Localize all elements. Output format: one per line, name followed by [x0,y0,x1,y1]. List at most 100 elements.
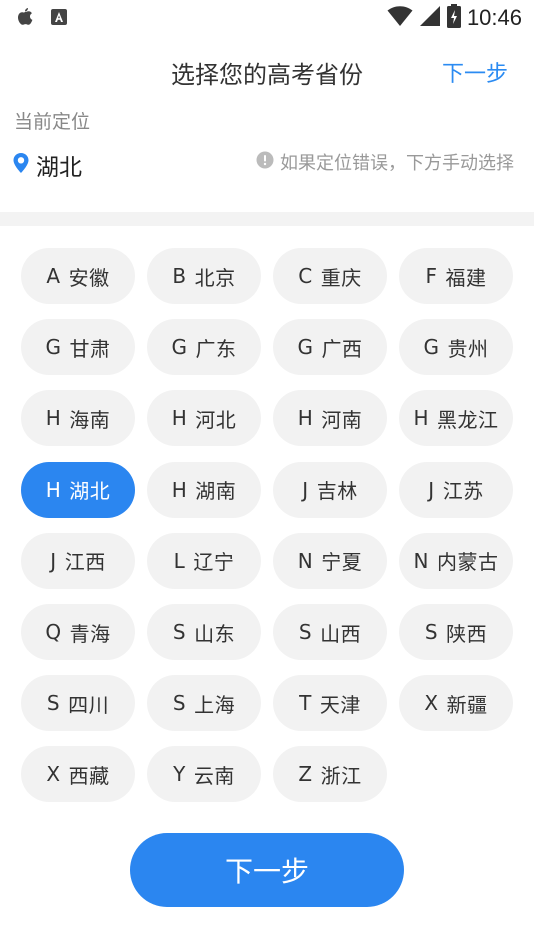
province-chip-19[interactable]: N 内蒙古 [399,532,513,589]
province-letter: S [172,691,187,716]
province-letter: N [413,548,429,573]
province-chip-1[interactable]: B 北京 [147,248,261,304]
province-name: 黑龙江 [437,407,499,432]
province-chip-14[interactable]: J 吉林 [273,461,387,518]
province-name: 广东 [195,336,237,361]
location-pin-icon [12,152,30,178]
province-letter: S [424,620,439,644]
province-chip-10[interactable]: H 河南 [273,390,387,447]
province-chip-17[interactable]: L 辽宁 [147,532,261,589]
current-location[interactable]: 湖北 [12,148,82,182]
province-name: 安徽 [68,265,110,290]
location-hint-text: 如果定位错误，下方手动选择 [280,153,514,174]
province-chip-15[interactable]: J 江苏 [399,461,513,518]
province-letter: L [173,548,186,573]
province-chip-25[interactable]: S 上海 [147,675,261,732]
province-chip-11[interactable]: H 黑龙江 [399,390,513,447]
province-chip-27[interactable]: X 新疆 [399,675,513,732]
signal-icon [419,5,441,31]
next-step-button[interactable]: 下一步 [130,833,404,907]
province-chip-24[interactable]: S 四川 [21,675,135,732]
province-chip-30[interactable]: Z 浙江 [273,746,387,803]
province-letter: G [45,335,62,360]
app-header: 选择您的高考省份 下一步 [0,36,534,106]
status-time: 10:46 [466,5,522,30]
province-chip-5[interactable]: G 广东 [147,319,261,376]
province-name: 陕西 [446,621,488,646]
province-letter: X [424,691,439,716]
province-chip-29[interactable]: Y 云南 [147,746,261,803]
province-letter: S [298,620,313,644]
province-letter: H [413,406,430,431]
province-letter: J [428,477,435,502]
province-name: 山东 [194,621,236,646]
province-name: 海南 [69,407,111,432]
province-chip-12[interactable]: H 湖北 [21,461,135,518]
province-letter: J [50,548,57,573]
province-letter: X [46,762,61,787]
province-name: 新疆 [446,692,488,717]
province-name: 西藏 [68,763,110,788]
province-chip-28[interactable]: X 西藏 [21,746,135,803]
province-chip-23[interactable]: S 陕西 [399,604,513,660]
section-divider [0,212,534,226]
province-name: 江西 [64,550,106,575]
province-name: 福建 [445,265,487,290]
province-name: 内蒙古 [436,550,499,575]
current-location-label: 当前定位 [14,111,91,133]
province-letter: T [299,691,312,716]
province-name: 宁夏 [321,550,363,575]
province-name: 湖北 [69,479,111,504]
province-chip-0[interactable]: A 安徽 [21,248,135,304]
province-name: 广西 [321,336,363,361]
province-letter: Y [173,762,186,787]
province-chip-7[interactable]: G 贵州 [399,319,513,376]
current-location-city: 湖北 [36,155,82,181]
province-name: 江苏 [442,479,484,504]
province-chip-8[interactable]: H 海南 [21,390,135,447]
province-name: 青海 [69,621,111,646]
province-letter: H [171,406,188,431]
location-hint: 如果定位错误，下方手动选择 [256,149,514,175]
province-name: 河北 [195,407,237,432]
province-name: 辽宁 [193,550,235,575]
province-letter: H [45,477,62,502]
a-box-icon [50,8,68,30]
province-chip-13[interactable]: H 湖南 [147,461,261,518]
province-chip-16[interactable]: J 江西 [21,532,135,589]
province-letter: H [171,477,188,502]
province-letter: A [46,264,61,288]
province-name: 贵州 [447,336,489,361]
province-name: 四川 [68,692,110,717]
next-step-link[interactable]: 下一步 [442,56,508,88]
province-letter: S [46,691,61,716]
province-chip-26[interactable]: T 天津 [273,675,387,732]
province-letter: G [423,335,440,360]
province-letter: Q [45,620,62,644]
province-chip-6[interactable]: G 广西 [273,319,387,376]
province-chip-2[interactable]: C 重庆 [273,248,387,304]
province-chip-9[interactable]: H 河北 [147,390,261,447]
province-chip-3[interactable]: F 福建 [399,248,513,304]
province-name: 云南 [193,763,235,788]
province-letter: N [297,548,314,573]
province-name: 湖南 [195,479,237,504]
province-chip-18[interactable]: N 宁夏 [273,532,387,589]
province-letter: F [425,264,438,288]
province-chip-20[interactable]: Q 青海 [21,604,135,660]
province-name: 河南 [321,407,363,432]
province-name: 浙江 [320,763,362,788]
province-letter: G [171,335,188,360]
province-name: 甘肃 [69,336,111,361]
province-chip-22[interactable]: S 山西 [273,604,387,660]
province-letter: C [298,264,313,288]
province-chip-21[interactable]: S 山东 [147,604,261,660]
province-chip-4[interactable]: G 甘肃 [21,319,135,376]
province-letter: J [302,477,309,502]
province-name: 重庆 [320,265,362,290]
province-name: 山西 [320,621,362,646]
province-letter: H [297,406,314,431]
alert-circle-icon [256,151,274,174]
province-name: 天津 [319,692,361,717]
province-name: 吉林 [316,479,358,504]
